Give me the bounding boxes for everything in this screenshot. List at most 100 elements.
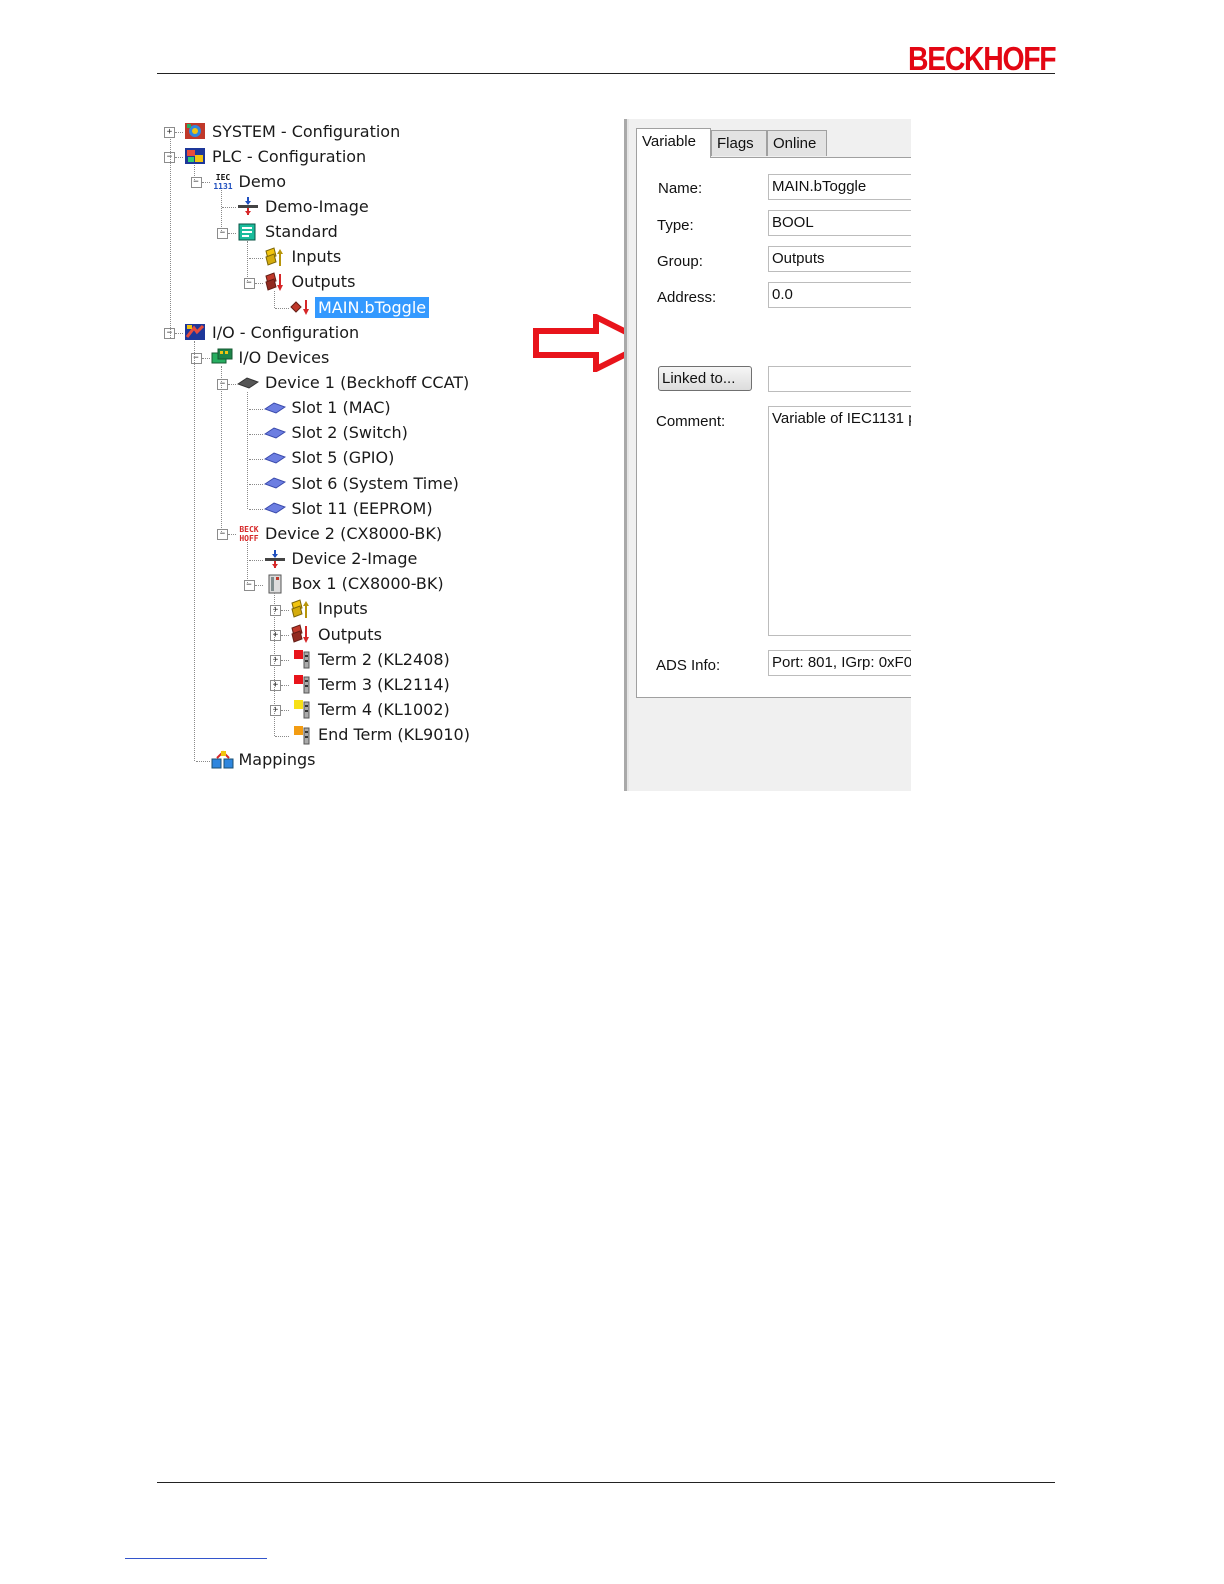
tree-node[interactable]: Outputs	[290, 622, 385, 646]
ads-info-label: ADS Info:	[656, 657, 721, 674]
tree-node[interactable]: MAIN.bToggle	[290, 295, 430, 319]
output-variable-icon	[290, 297, 310, 317]
linked-to-button[interactable]: Linked to...	[658, 366, 752, 391]
collapse-icon[interactable]: −	[190, 177, 202, 189]
tree-node-label: Inputs	[291, 247, 342, 267]
tree-connector	[247, 542, 248, 585]
address-field[interactable]: 0.0	[768, 282, 911, 308]
tree-connector	[195, 760, 210, 762]
collapse-icon[interactable]: −	[217, 529, 228, 541]
footer-rule	[157, 1482, 1055, 1483]
properties-panel: Variable Flags Online Name: MAIN.bToggle…	[624, 119, 911, 791]
tree-node-label: Slot 2 (Switch)	[291, 423, 408, 443]
collapse-icon[interactable]: −	[243, 277, 255, 289]
tree-connector	[281, 660, 289, 662]
tree-node[interactable]: BECK HOFF Device 2 (CX8000-BK)	[237, 521, 445, 545]
tree-node-label: Inputs	[318, 599, 368, 619]
svg-text:HOFF: HOFF	[239, 534, 258, 543]
tree-connector	[228, 232, 236, 234]
tree-node[interactable]: Slot 6 (System Time)	[263, 471, 462, 495]
tree-node[interactable]: PLC - Configuration	[184, 144, 369, 168]
collapse-icon[interactable]: −	[217, 227, 228, 239]
collapse-icon[interactable]: −	[217, 378, 228, 390]
tree-node[interactable]: Slot 11 (EEPROM)	[263, 496, 436, 520]
tree-connector	[220, 366, 222, 535]
terminal-yellow-icon	[290, 699, 310, 719]
tree-node[interactable]: Inputs	[290, 597, 371, 621]
tree-node-label: PLC - Configuration	[212, 146, 367, 166]
tree-node-label: Device 2-Image	[291, 549, 418, 569]
tree-node-label: Slot 5 (GPIO)	[291, 448, 395, 468]
tree-node-label: Term 2 (KL2408)	[318, 649, 450, 669]
variable-tab-content: Name: MAIN.bToggle Type: BOOL Group: Out…	[636, 157, 911, 698]
tree-node[interactable]: Term 3 (KL2114)	[290, 672, 453, 696]
svg-text:IEC: IEC	[215, 173, 230, 182]
tree-node[interactable]: Demo-Image	[237, 194, 372, 218]
tree-node[interactable]: IEC 1131 Demo	[211, 169, 290, 193]
type-field[interactable]: BOOL	[768, 210, 911, 236]
tree-connector	[247, 240, 248, 283]
comment-label: Comment:	[656, 413, 726, 430]
tab-flags[interactable]: Flags	[711, 130, 767, 156]
tree-node[interactable]: Device 1 (Beckhoff CCAT)	[237, 371, 472, 395]
tree-node[interactable]: Slot 2 (Switch)	[263, 421, 411, 445]
tree-node[interactable]: Mappings	[211, 748, 319, 772]
expand-icon[interactable]: +	[270, 655, 281, 667]
tree-connector	[175, 157, 183, 159]
tab-online[interactable]: Online	[767, 130, 827, 156]
name-field[interactable]: MAIN.bToggle	[768, 174, 911, 200]
ads-info-field[interactable]: Port: 801, IGrp: 0xF03	[768, 650, 911, 676]
tree-connector	[281, 685, 289, 687]
tree-connector	[170, 137, 171, 339]
tree-node[interactable]: End Term (KL9010)	[290, 723, 473, 747]
terminal-red-icon	[290, 674, 310, 694]
tree-node-label: Box 1 (CX8000-BK)	[291, 574, 444, 594]
process-image-icon	[237, 196, 258, 216]
tree-node-label: Mappings	[238, 750, 316, 770]
system-manager-tree: SYSTEM - Configuration + PLC - Configurati…	[160, 118, 500, 778]
tree-connector	[273, 592, 275, 736]
tree-node[interactable]: I/O Devices	[211, 345, 333, 369]
tree-connector	[248, 484, 263, 486]
plc-config-icon	[184, 146, 205, 166]
tree-node[interactable]: Slot 1 (MAC)	[263, 396, 394, 420]
tree-connector	[248, 408, 263, 410]
tree-node[interactable]: I/O - Configuration	[184, 320, 362, 344]
tree-node[interactable]: Slot 5 (GPIO)	[263, 446, 398, 470]
tree-connector	[248, 559, 263, 561]
expand-icon[interactable]: +	[270, 680, 281, 692]
tree-node-label: End Term (KL9010)	[318, 725, 470, 745]
expand-icon[interactable]: +	[270, 630, 281, 641]
slot-icon	[263, 448, 286, 468]
tree-node[interactable]: Box 1 (CX8000-BK)	[264, 572, 447, 596]
process-image-icon	[264, 549, 285, 569]
tab-variable[interactable]: Variable	[636, 128, 711, 158]
outputs-icon	[264, 272, 284, 292]
tree-node[interactable]: SYSTEM - Configuration	[184, 119, 403, 143]
tree-node-label: Device 1 (Beckhoff CCAT)	[265, 373, 470, 392]
tree-node-label: I/O - Configuration	[212, 322, 360, 342]
tree-node[interactable]: Outputs	[264, 270, 359, 294]
tree-node[interactable]: Device 2-Image	[264, 547, 421, 571]
tree-connector	[281, 710, 289, 712]
comment-field[interactable]: Variable of IEC1131 p	[768, 406, 911, 636]
tree-node[interactable]: Term 2 (KL2408)	[290, 647, 453, 671]
expand-icon[interactable]: +	[270, 604, 281, 616]
slot-icon	[263, 498, 286, 518]
tree-connector	[254, 584, 263, 586]
linked-to-field[interactable]	[768, 366, 911, 392]
tree-connector	[194, 165, 195, 183]
tree-connector	[194, 341, 195, 761]
outputs-icon	[290, 624, 310, 644]
expand-icon[interactable]: +	[270, 705, 281, 717]
collapse-icon[interactable]: −	[190, 353, 202, 365]
tree-connector	[275, 308, 289, 310]
group-field[interactable]: Outputs	[768, 246, 911, 272]
tree-connector	[281, 635, 289, 636]
collapse-icon[interactable]: −	[243, 579, 255, 591]
tree-node[interactable]: Inputs	[264, 245, 345, 269]
tree-node[interactable]: Term 4 (KL1002)	[290, 697, 453, 721]
splitter-highlight	[627, 119, 629, 791]
tree-node[interactable]: Standard	[237, 220, 341, 244]
tree-node-label: Standard	[265, 222, 338, 242]
